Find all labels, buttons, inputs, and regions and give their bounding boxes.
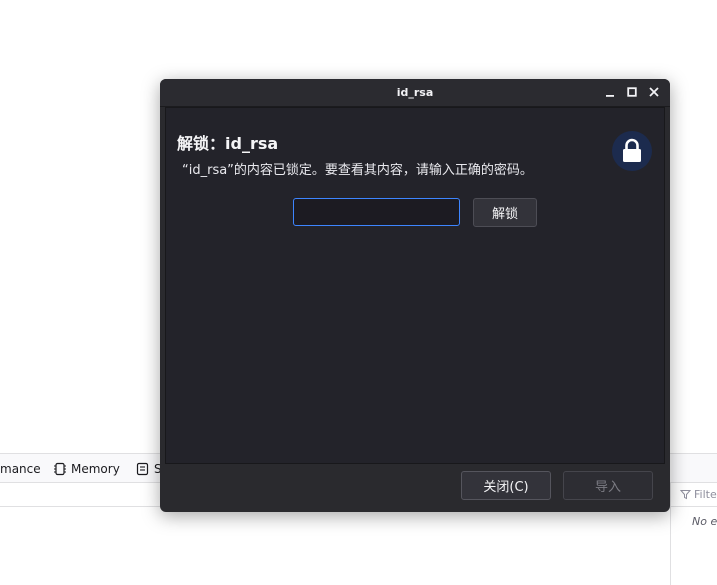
close-window-button[interactable] xyxy=(647,85,661,99)
unlock-button[interactable]: 解锁 xyxy=(473,198,537,227)
unlock-dialog-window: id_rsa 解锁：id_rsa “id_rsa”的内容已锁定。要查看其内容，请… xyxy=(160,79,670,512)
tab-storage[interactable]: S xyxy=(136,454,162,484)
filter-input[interactable]: Filte xyxy=(680,488,717,501)
empty-state-text: No e xyxy=(692,515,717,528)
window-title: id_rsa xyxy=(396,86,434,99)
filter-icon xyxy=(680,490,691,500)
window-titlebar[interactable]: id_rsa xyxy=(160,79,670,107)
panel-divider xyxy=(670,483,671,585)
tab-performance-label: mance xyxy=(0,462,41,476)
lock-badge xyxy=(612,131,652,171)
maximize-button[interactable] xyxy=(625,85,639,99)
dialog-heading: 解锁：id_rsa xyxy=(177,134,279,153)
storage-icon xyxy=(136,462,149,476)
tab-performance[interactable]: mance xyxy=(0,454,41,484)
close-icon xyxy=(649,87,659,97)
memory-chip-icon xyxy=(53,462,66,476)
maximize-icon xyxy=(627,87,637,97)
minimize-button[interactable] xyxy=(603,85,617,99)
close-button[interactable]: 关闭(C) xyxy=(461,471,551,500)
import-button[interactable]: 导入 xyxy=(563,471,653,500)
password-input[interactable] xyxy=(293,198,460,226)
tab-memory[interactable]: Memory xyxy=(53,454,120,484)
lock-icon xyxy=(623,138,641,162)
filter-placeholder: Filte xyxy=(694,488,717,501)
tab-memory-label: Memory xyxy=(71,462,120,476)
dialog-content: 解锁：id_rsa “id_rsa”的内容已锁定。要查看其内容，请输入正确的密码… xyxy=(165,107,665,464)
minimize-icon xyxy=(606,95,614,97)
dialog-description: “id_rsa”的内容已锁定。要查看其内容，请输入正确的密码。 xyxy=(182,163,533,178)
